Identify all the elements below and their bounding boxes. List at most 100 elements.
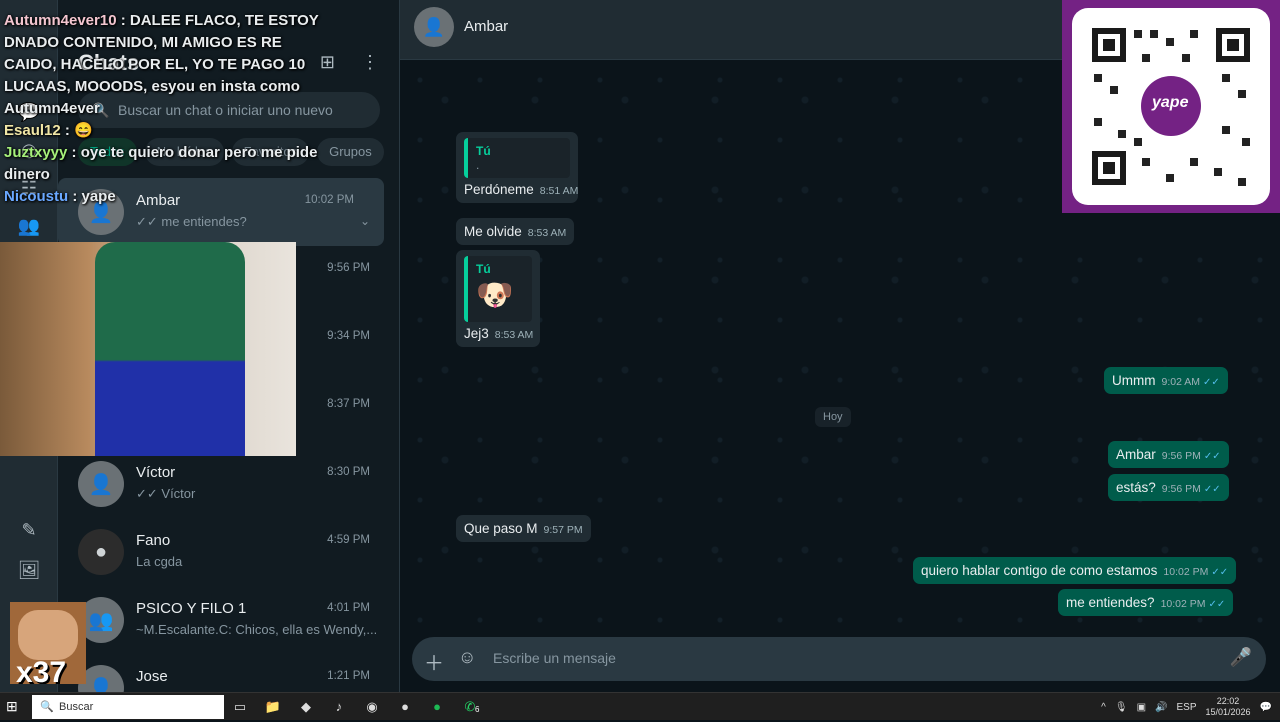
- double-check-icon: ✓✓: [1203, 484, 1221, 495]
- quote-author: Tú: [476, 262, 491, 276]
- language-indicator[interactable]: ESP: [1176, 702, 1196, 713]
- app-icon[interactable]: ♪: [330, 698, 348, 716]
- chat-item-psico[interactable]: 👥 PSICO Y FILO 1 4:01 PM ~M.Escalante.C:…: [58, 586, 400, 654]
- chat-name: Víctor: [136, 464, 176, 481]
- system-tray: ^ 🎙 ▣ 🔊 ESP 22:02 15/01/2026 💬: [1101, 696, 1272, 718]
- chat-time: 8:37 PM: [327, 398, 370, 410]
- double-check-icon: ✓✓: [1203, 377, 1220, 388]
- chat-time: 8:30 PM: [327, 466, 370, 478]
- chevron-up-icon[interactable]: ^: [1101, 702, 1106, 713]
- message-out[interactable]: estás? 9:56 PM ✓✓: [1108, 474, 1229, 501]
- message-out[interactable]: Ummm 9:02 AM ✓✓: [1104, 367, 1228, 394]
- message-in[interactable]: Me olvide 8:53 AM: [456, 218, 575, 245]
- mic-tray-icon[interactable]: 🎙: [1115, 702, 1128, 713]
- message-text: Ambar: [1116, 447, 1156, 462]
- chat-time: 4:01 PM: [327, 602, 370, 614]
- chrome-icon[interactable]: ◉: [363, 698, 381, 716]
- yape-qr-overlay: yape: [1062, 0, 1280, 213]
- stream-chat-line: Autumn4ever10 : DALEE FLACO, TE ESTOY DN…: [4, 10, 324, 120]
- chat-item-fano[interactable]: ● Fano 4:59 PM La cgda: [58, 518, 400, 586]
- media-icon[interactable]: 🖼: [17, 558, 41, 582]
- task-view-icon[interactable]: ▭: [231, 698, 249, 716]
- notification-icon[interactable]: 💬: [1260, 702, 1272, 713]
- message-text: me entiendes?: [1066, 595, 1155, 610]
- message-text: Que paso M: [464, 521, 538, 536]
- message-in[interactable]: Que paso M 9:57 PM: [456, 515, 591, 542]
- message-out[interactable]: quiero hablar contigo de como estamos 10:…: [913, 557, 1237, 584]
- sticker-icon[interactable]: ☺: [458, 647, 476, 668]
- yape-logo: yape: [1152, 94, 1189, 111]
- chat-user: Juztxyyy: [4, 144, 68, 161]
- volume-icon[interactable]: 🔊: [1155, 702, 1167, 713]
- message-time: 9:56 PM: [1161, 483, 1201, 495]
- stream-chat-overlay: Autumn4ever10 : DALEE FLACO, TE ESTOY DN…: [4, 10, 324, 208]
- message-text: Ummm: [1112, 373, 1156, 388]
- clock-date: 15/01/2026: [1205, 707, 1251, 717]
- message-text: quiero hablar contigo de como estamos: [921, 563, 1158, 578]
- stream-chat-line: Esaul12 : 😄: [4, 120, 324, 142]
- chat-time: 9:56 PM: [327, 262, 370, 274]
- edit-icon[interactable]: ✎: [17, 518, 41, 542]
- message-out[interactable]: Ambar 9:56 PM ✓✓: [1108, 441, 1229, 468]
- avatar: ●: [78, 529, 124, 575]
- taskbar-search[interactable]: 🔍 Buscar: [32, 695, 224, 719]
- sticker-dog-icon: 🐶: [476, 279, 514, 312]
- file-explorer-icon[interactable]: 📁: [264, 698, 282, 716]
- menu-icon[interactable]: ⋮: [361, 52, 379, 73]
- obs-icon[interactable]: ●: [396, 698, 414, 716]
- quoted-message[interactable]: Tú 🐶: [464, 256, 532, 322]
- avatar: 👤: [78, 461, 124, 507]
- taskbar-search-label: Buscar: [59, 701, 94, 713]
- notes-app-icon[interactable]: ◆: [297, 698, 315, 716]
- double-check-icon: ✓✓: [1208, 599, 1226, 610]
- chat-time: 4:59 PM: [327, 534, 370, 546]
- chat-preview: ~M.Escalante.C: Chicos, ella es Wendy,..…: [136, 622, 376, 637]
- streamer-figure: [95, 242, 245, 456]
- message-time: 9:56 PM: [1161, 450, 1201, 462]
- contact-avatar[interactable]: 👤: [414, 7, 454, 47]
- attach-icon[interactable]: ＋: [424, 647, 444, 676]
- message-time: 9:57 PM: [543, 524, 583, 536]
- chat-text: :: [60, 122, 70, 139]
- chat-item-victor[interactable]: 👤 Víctor 8:30 PM ✓✓ Víctor: [58, 450, 400, 518]
- qr-code: yape: [1072, 8, 1270, 205]
- message-time: 8:53 AM: [527, 227, 567, 239]
- message-input[interactable]: Escribe un mensaje: [493, 650, 616, 666]
- message-composer[interactable]: ＋ ☺ Escribe un mensaje 🎤: [412, 637, 1266, 681]
- chat-name: Fano: [136, 532, 171, 549]
- chevron-down-icon[interactable]: ⌄: [360, 214, 370, 228]
- message-time: 9:02 AM: [1161, 376, 1201, 388]
- contact-name[interactable]: Ambar: [464, 18, 508, 35]
- spotify-icon[interactable]: ●: [428, 698, 446, 716]
- chat-time: 1:21 PM: [327, 670, 370, 682]
- emote-face-icon: [18, 610, 78, 660]
- message-in[interactable]: Tú . Perdóneme 8:51 AM: [456, 132, 578, 203]
- windows-taskbar: ⊞ 🔍 Buscar ▭ 📁 ◆ ♪ ◉ ● ● ✆ 6 ^ 🎙 ▣ 🔊 ESP…: [0, 692, 1280, 720]
- chat-name: Jose: [136, 668, 168, 685]
- double-check-icon: ✓✓: [1211, 567, 1229, 578]
- quote-author: Tú: [476, 144, 491, 158]
- message-text: Perdóneme: [464, 182, 534, 197]
- emote-icon: 😄: [74, 122, 93, 139]
- double-check-icon: ✓✓: [1203, 451, 1221, 462]
- message-in[interactable]: Tú 🐶 Jej3 8:53 AM: [456, 250, 540, 347]
- clock[interactable]: 22:02 15/01/2026: [1206, 696, 1251, 718]
- chat-time: 9:34 PM: [327, 330, 370, 342]
- filter-groups[interactable]: Grupos: [317, 138, 384, 166]
- windows-start-icon[interactable]: ⊞: [6, 698, 18, 715]
- chat-preview: ✓✓ Víctor: [136, 486, 196, 501]
- search-icon: 🔍: [40, 701, 54, 713]
- chat-user: Autumn4ever10: [4, 12, 117, 29]
- message-out[interactable]: me entiendes? 10:02 PM ✓✓: [1058, 589, 1234, 616]
- whatsapp-badge: 6: [475, 705, 480, 714]
- clock-time: 22:02: [1216, 696, 1240, 706]
- message-time: 10:02 PM: [1160, 598, 1206, 610]
- communities-icon[interactable]: 👥: [17, 214, 41, 238]
- message-text: estás?: [1116, 480, 1156, 495]
- stream-chat-line: Juztxyyy : oye te quiero donar pero me p…: [4, 142, 324, 186]
- quoted-message[interactable]: Tú .: [464, 138, 570, 178]
- chat-user: Esaul12: [4, 122, 61, 139]
- mic-icon[interactable]: 🎤: [1230, 647, 1252, 668]
- network-icon[interactable]: ▣: [1137, 702, 1146, 713]
- chat-preview: ✓✓ me entiendes?: [136, 214, 247, 229]
